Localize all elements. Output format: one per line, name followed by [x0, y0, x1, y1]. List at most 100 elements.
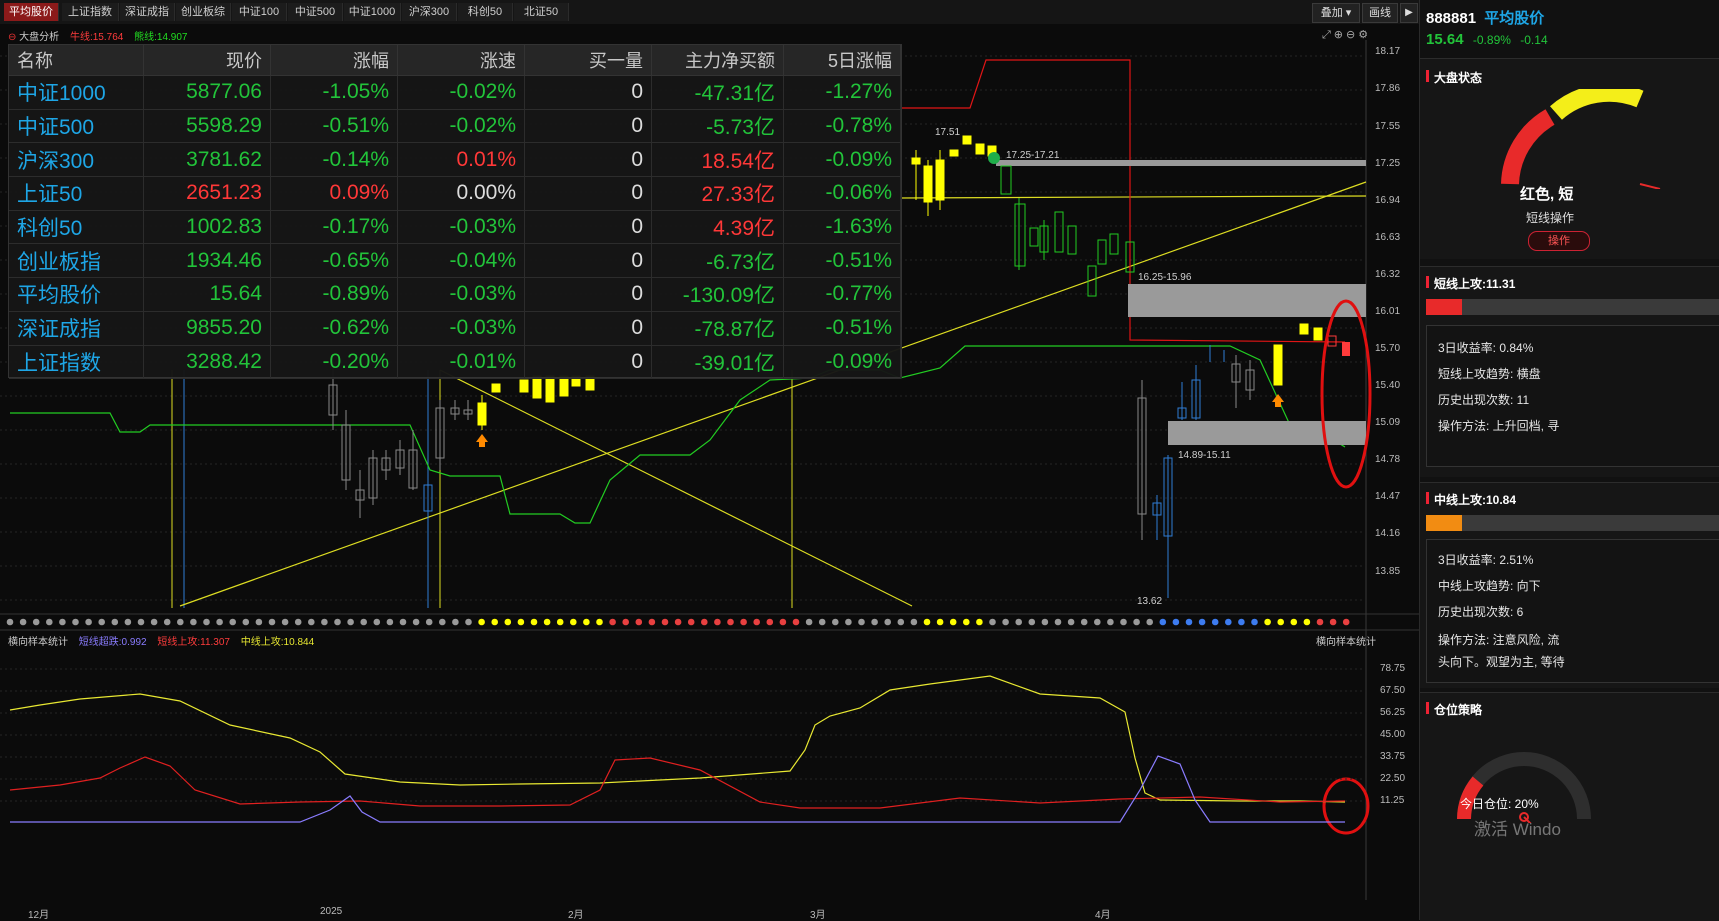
- signal-dot: [150, 618, 158, 626]
- price-tick: 13.85: [1375, 566, 1401, 577]
- col-price[interactable]: 现价: [143, 45, 271, 76]
- signal-dot: [203, 618, 210, 626]
- table-row[interactable]: 深证成指 9855.20 -0.62% -0.03% 0 -78.87亿 -0.51%: [9, 311, 901, 346]
- signal-dot: [1211, 618, 1219, 626]
- bid-cell: 0: [524, 311, 652, 346]
- index-name-cell[interactable]: 上证50: [9, 176, 144, 211]
- collapse-icon[interactable]: ⊖: [8, 32, 16, 43]
- tab-star50[interactable]: 科创50: [458, 3, 513, 21]
- index-name-cell[interactable]: 创业板指: [9, 243, 144, 279]
- price-cell: 3288.42: [143, 345, 271, 380]
- price-tick: 17.55: [1375, 121, 1401, 132]
- signal-dot: [255, 618, 263, 626]
- index-name-cell[interactable]: 科创50: [9, 210, 144, 245]
- overlay-button[interactable]: 叠加 ▾: [1312, 3, 1360, 23]
- col-change[interactable]: 涨幅: [270, 45, 398, 76]
- signal-dot: [936, 618, 944, 626]
- d5-cell: -0.09%: [783, 345, 901, 380]
- bear-line-value: 熊线:14.907: [134, 32, 188, 43]
- date-tick: 12月: [28, 910, 50, 921]
- draw-line-button[interactable]: 画线: [1362, 3, 1398, 23]
- tab-sz-index[interactable]: 深证成指: [120, 3, 175, 21]
- table-row[interactable]: 中证500 5598.29 -0.51% -0.02% 0 -5.73亿 -0.78%: [9, 109, 901, 144]
- signal-dot: [727, 618, 734, 626]
- signal-dot: [805, 618, 813, 626]
- signal-dot: [242, 618, 250, 626]
- index-name-cell[interactable]: 中证1000: [9, 75, 144, 110]
- section-title: 仓位策略: [1425, 702, 1483, 717]
- tab-avg-price[interactable]: 平均股价: [4, 3, 59, 21]
- signal-dot: [478, 618, 485, 626]
- price-tick: 14.47: [1375, 491, 1401, 502]
- mid-method: 操作方法: 注意风险, 流: [1438, 633, 1560, 647]
- chart-tools[interactable]: ⤢⊕⊖⚙: [1322, 28, 1371, 42]
- table-row[interactable]: 上证指数 3288.42 -0.20% -0.01% 0 -39.01亿 -0.09%: [9, 345, 901, 380]
- tab-csi500[interactable]: 中证500: [288, 3, 343, 21]
- mid-attack-bar: [1426, 515, 1719, 531]
- col-main-net[interactable]: 主力净买额: [651, 45, 784, 76]
- sub-tick: 67.50: [1380, 685, 1406, 696]
- price-tick: 16.63: [1375, 232, 1401, 243]
- signal-dot: [897, 618, 905, 626]
- index-name-cell[interactable]: 深证成指: [9, 311, 144, 346]
- table-row[interactable]: 上证50 2651.23 0.09% 0.00% 0 27.33亿 -0.06%: [9, 176, 901, 211]
- table-row[interactable]: 中证1000 5877.06 -1.05% -0.02% 0 -47.31亿 -1.27%: [9, 75, 901, 110]
- short-attack-bar-fill: [1426, 299, 1462, 315]
- today-position: 今日仓位: 20%: [1460, 797, 1539, 811]
- table-row[interactable]: 沪深300 3781.62 -0.14% 0.01% 0 18.54亿 -0.09%: [9, 142, 901, 178]
- signal-dot: [648, 618, 656, 626]
- tab-csi100[interactable]: 中证100: [232, 3, 287, 21]
- signal-dot: [910, 618, 918, 626]
- chg-cell: -0.17%: [270, 210, 398, 245]
- col-bid[interactable]: 买一量: [524, 45, 652, 76]
- section-title: 中线上攻:10.84: [1425, 492, 1517, 507]
- signal-dot: [701, 618, 708, 626]
- bull-line-value: 牛线:15.764: [69, 32, 124, 43]
- chart-header: ⊖ 大盘分析 牛线:15.764 熊线:14.907: [8, 28, 187, 43]
- index-name-cell[interactable]: 沪深300: [9, 142, 144, 178]
- table-row[interactable]: 平均股价 15.64 -0.89% -0.03% 0 -130.09亿 -0.77%: [9, 277, 901, 312]
- tab-bj50[interactable]: 北证50: [514, 3, 569, 21]
- price-tick: 15.40: [1375, 380, 1401, 391]
- signal-dot: [59, 618, 66, 626]
- signal-dot: [1041, 618, 1049, 626]
- d5-cell: -0.51%: [783, 243, 901, 279]
- price-tick: 14.16: [1375, 528, 1401, 539]
- tab-cyb-composite[interactable]: 创业板综: [176, 3, 231, 21]
- panel-toggle-icon[interactable]: ▶: [1400, 3, 1418, 23]
- index-name-cell[interactable]: 上证指数: [9, 345, 144, 380]
- index-name-cell[interactable]: 平均股价: [9, 277, 144, 312]
- signal-dot: [1342, 618, 1350, 626]
- signal-dot: [871, 618, 878, 626]
- net-cell: -39.01亿: [651, 345, 784, 380]
- table-row[interactable]: 科创50 1002.83 -0.17% -0.03% 0 4.39亿 -1.63%: [9, 210, 901, 245]
- col-speed[interactable]: 涨速: [397, 45, 525, 76]
- table-row[interactable]: 创业板指 1934.46 -0.65% -0.04% 0 -6.73亿 -0.51%: [9, 243, 901, 279]
- signal-dot: [177, 618, 184, 626]
- signal-dot: [1238, 618, 1245, 626]
- signal-dot: [674, 618, 682, 626]
- index-name-cell[interactable]: 中证500: [9, 109, 144, 144]
- col-5d-change[interactable]: 5日涨幅: [783, 45, 901, 76]
- tab-csi1000[interactable]: 中证1000: [344, 3, 401, 21]
- speed-cell: 0.00%: [397, 176, 525, 211]
- signal-dot: [622, 618, 629, 626]
- bid-cell: 0: [524, 345, 652, 380]
- bid-cell: 0: [524, 75, 652, 110]
- tab-sh-index[interactable]: 上证指数: [62, 3, 119, 21]
- col-name[interactable]: 名称: [9, 45, 144, 76]
- legend-short-attack: 短线上攻:11.307: [157, 637, 230, 648]
- signal-dot: [714, 618, 721, 626]
- signal-dot: [1107, 618, 1114, 626]
- activation-watermark: 激活 Windo: [1474, 820, 1561, 839]
- signal-dot: [1015, 618, 1022, 626]
- operate-button[interactable]: 操作: [1528, 231, 1590, 251]
- change-abs: -0.14: [1520, 33, 1548, 47]
- signal-dot: [347, 618, 354, 626]
- signal-dot: [517, 618, 525, 626]
- tab-hs300[interactable]: 沪深300: [402, 3, 457, 21]
- stock-name: 平均股价: [1484, 10, 1545, 27]
- signal-dot: [530, 618, 538, 626]
- market-state-section: 大盘状态 红色, 短 短线操作 操作: [1420, 58, 1719, 259]
- signal-dot: [163, 618, 171, 626]
